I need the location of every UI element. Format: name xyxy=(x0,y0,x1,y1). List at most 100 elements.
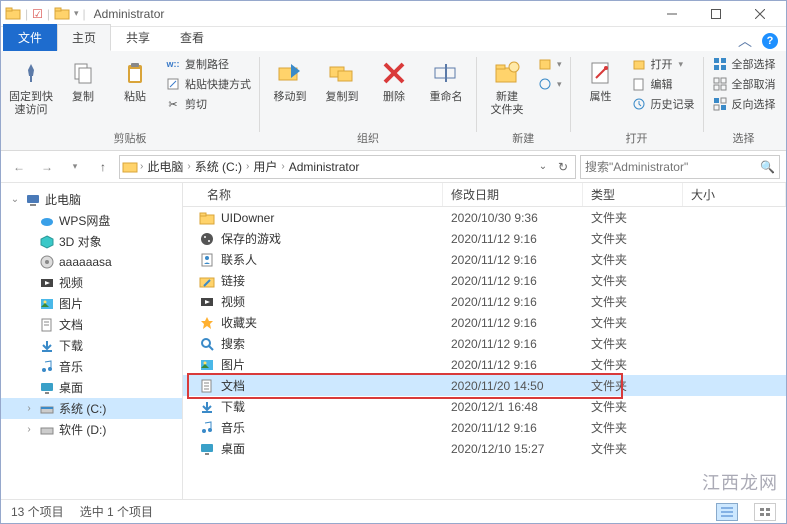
rename-button[interactable]: 重命名 xyxy=(422,55,470,106)
crumb-users[interactable]: 用户 xyxy=(251,158,279,175)
history-button[interactable]: 历史记录 xyxy=(629,95,697,113)
icons-view-button[interactable] xyxy=(754,503,776,521)
crumb-sep-icon[interactable]: › xyxy=(244,161,251,172)
file-row[interactable]: 图片2020/11/12 9:16文件夹 xyxy=(183,354,786,375)
pin-button[interactable]: 固定到快 速访问 xyxy=(7,55,55,119)
tab-home[interactable]: 主页 xyxy=(57,24,111,51)
nav-cdrive[interactable]: ›系统 (C:) xyxy=(1,398,182,419)
details-view-button[interactable] xyxy=(716,503,738,521)
paste-shortcut-button[interactable]: 粘贴快捷方式 xyxy=(163,75,253,93)
file-row[interactable]: 收藏夹2020/11/12 9:16文件夹 xyxy=(183,312,786,333)
file-row[interactable]: 保存的游戏2020/11/12 9:16文件夹 xyxy=(183,228,786,249)
edit-label: 编辑 xyxy=(651,76,673,92)
file-row[interactable]: 音乐2020/11/12 9:16文件夹 xyxy=(183,417,786,438)
close-button[interactable] xyxy=(738,1,782,27)
crumb-cdrive[interactable]: 系统 (C:) xyxy=(193,158,244,175)
copy-button[interactable]: 复制 xyxy=(59,55,107,106)
tab-share[interactable]: 共享 xyxy=(111,24,165,51)
qat-dropdown-icon[interactable]: ▾ xyxy=(74,8,79,19)
file-row[interactable]: 视频2020/11/12 9:16文件夹 xyxy=(183,291,786,312)
nav-ddrive[interactable]: ›软件 (D:) xyxy=(1,419,182,440)
file-name: 图片 xyxy=(221,356,245,373)
file-row[interactable]: 文档2020/11/20 14:50文件夹 xyxy=(183,375,786,396)
col-size[interactable]: 大小 xyxy=(683,183,786,206)
file-list[interactable]: UIDowner2020/10/30 9:36文件夹保存的游戏2020/11/1… xyxy=(183,207,786,499)
nav-desktop[interactable]: 桌面 xyxy=(1,377,182,398)
nav-this-pc[interactable]: ⌄ 此电脑 xyxy=(1,189,182,210)
paste-shortcut-label: 粘贴快捷方式 xyxy=(185,76,251,92)
nav-label: 图片 xyxy=(59,295,83,312)
file-row[interactable]: 下载2020/12/1 16:48文件夹 xyxy=(183,396,786,417)
crumb-sep-icon[interactable]: › xyxy=(279,161,286,172)
copy-path-button[interactable]: w::复制路径 xyxy=(163,55,253,73)
move-to-button[interactable]: 移动到 xyxy=(266,55,314,106)
select-none-button[interactable]: 全部取消 xyxy=(710,75,778,93)
file-row[interactable]: 链接2020/11/12 9:16文件夹 xyxy=(183,270,786,291)
file-date: 2020/12/1 16:48 xyxy=(443,400,583,414)
search-input[interactable] xyxy=(585,160,760,174)
nav-back-button[interactable]: ← xyxy=(7,155,31,179)
chevron-right-icon[interactable]: › xyxy=(23,403,35,414)
paste-button[interactable]: 粘贴 xyxy=(111,55,159,106)
help-icon[interactable]: ? xyxy=(762,33,778,49)
properties-button[interactable]: 属性 xyxy=(577,55,625,106)
nav-pictures[interactable]: 图片 xyxy=(1,293,182,314)
nav-videos[interactable]: 视频 xyxy=(1,272,182,293)
crumb-this-pc[interactable]: 此电脑 xyxy=(145,158,185,175)
nav-recent-button[interactable]: ▾ xyxy=(63,155,87,179)
nav-downloads[interactable]: 下载 xyxy=(1,335,182,356)
nav-forward-button[interactable]: → xyxy=(35,155,59,179)
nav-wps[interactable]: WPS网盘 xyxy=(1,210,182,231)
nav-music[interactable]: 音乐 xyxy=(1,356,182,377)
search-icon[interactable]: 🔍 xyxy=(760,160,775,174)
easy-access-button[interactable]: ▾ xyxy=(535,75,564,93)
open-label: 打开 xyxy=(651,56,673,72)
paste-icon xyxy=(119,57,151,89)
invert-select-button[interactable]: 反向选择 xyxy=(710,95,778,113)
collapse-ribbon-icon[interactable]: ︿ xyxy=(738,31,752,51)
file-row[interactable]: 搜索2020/11/12 9:16文件夹 xyxy=(183,333,786,354)
nav-documents[interactable]: 文档 xyxy=(1,314,182,335)
nav-label: 此电脑 xyxy=(45,191,81,208)
maximize-button[interactable] xyxy=(694,1,738,27)
crumb-sep-icon[interactable]: › xyxy=(138,161,145,172)
folder-small-icon[interactable] xyxy=(54,6,70,22)
select-all-button[interactable]: 全部选择 xyxy=(710,55,778,73)
search-box[interactable]: 🔍 xyxy=(580,155,780,179)
file-row[interactable]: 联系人2020/11/12 9:16文件夹 xyxy=(183,249,786,270)
col-date[interactable]: 修改日期 xyxy=(443,183,583,206)
qat-check-icon[interactable]: ☑ xyxy=(32,7,43,21)
move-to-label: 移动到 xyxy=(274,91,307,104)
cut-button[interactable]: ✂剪切 xyxy=(163,95,253,113)
open-button[interactable]: 打开▾ xyxy=(629,55,697,73)
file-type: 文件夹 xyxy=(583,335,683,352)
file-row[interactable]: UIDowner2020/10/30 9:36文件夹 xyxy=(183,207,786,228)
nav-up-button[interactable]: ↑ xyxy=(91,155,115,179)
music-icon xyxy=(39,359,55,375)
address-bar[interactable]: › 此电脑 › 系统 (C:) › 用户 › Administrator ⌄ ↻ xyxy=(119,155,576,179)
nav-aaa[interactable]: aaaaaasa xyxy=(1,252,182,272)
chevron-down-icon[interactable]: ⌄ xyxy=(9,194,21,205)
nav-3d[interactable]: 3D 对象 xyxy=(1,231,182,252)
addr-dropdown-icon[interactable]: ⌄ xyxy=(533,157,553,177)
file-name: 保存的游戏 xyxy=(221,230,281,247)
minimize-button[interactable] xyxy=(650,1,694,27)
column-headers: 名称 修改日期 类型 大小 xyxy=(183,183,786,207)
new-item-button[interactable]: ▾ xyxy=(535,55,564,73)
crumb-sep-icon[interactable]: › xyxy=(185,161,192,172)
new-folder-button[interactable]: 新建 文件夹 xyxy=(483,55,531,119)
crumb-administrator[interactable]: Administrator xyxy=(287,160,362,174)
delete-button[interactable]: 删除 xyxy=(370,55,418,106)
edit-button[interactable]: 编辑 xyxy=(629,75,697,93)
video-icon xyxy=(199,294,215,310)
chevron-right-icon[interactable]: › xyxy=(23,424,35,435)
file-row[interactable]: 桌面2020/12/10 15:27文件夹 xyxy=(183,438,786,459)
copy-to-button[interactable]: 复制到 xyxy=(318,55,366,106)
col-type[interactable]: 类型 xyxy=(583,183,683,206)
file-type: 文件夹 xyxy=(583,356,683,373)
pc-icon xyxy=(25,192,41,208)
tab-view[interactable]: 查看 xyxy=(165,24,219,51)
col-name[interactable]: 名称 xyxy=(183,183,443,206)
tab-file[interactable]: 文件 xyxy=(3,24,57,51)
refresh-icon[interactable]: ↻ xyxy=(553,157,573,177)
